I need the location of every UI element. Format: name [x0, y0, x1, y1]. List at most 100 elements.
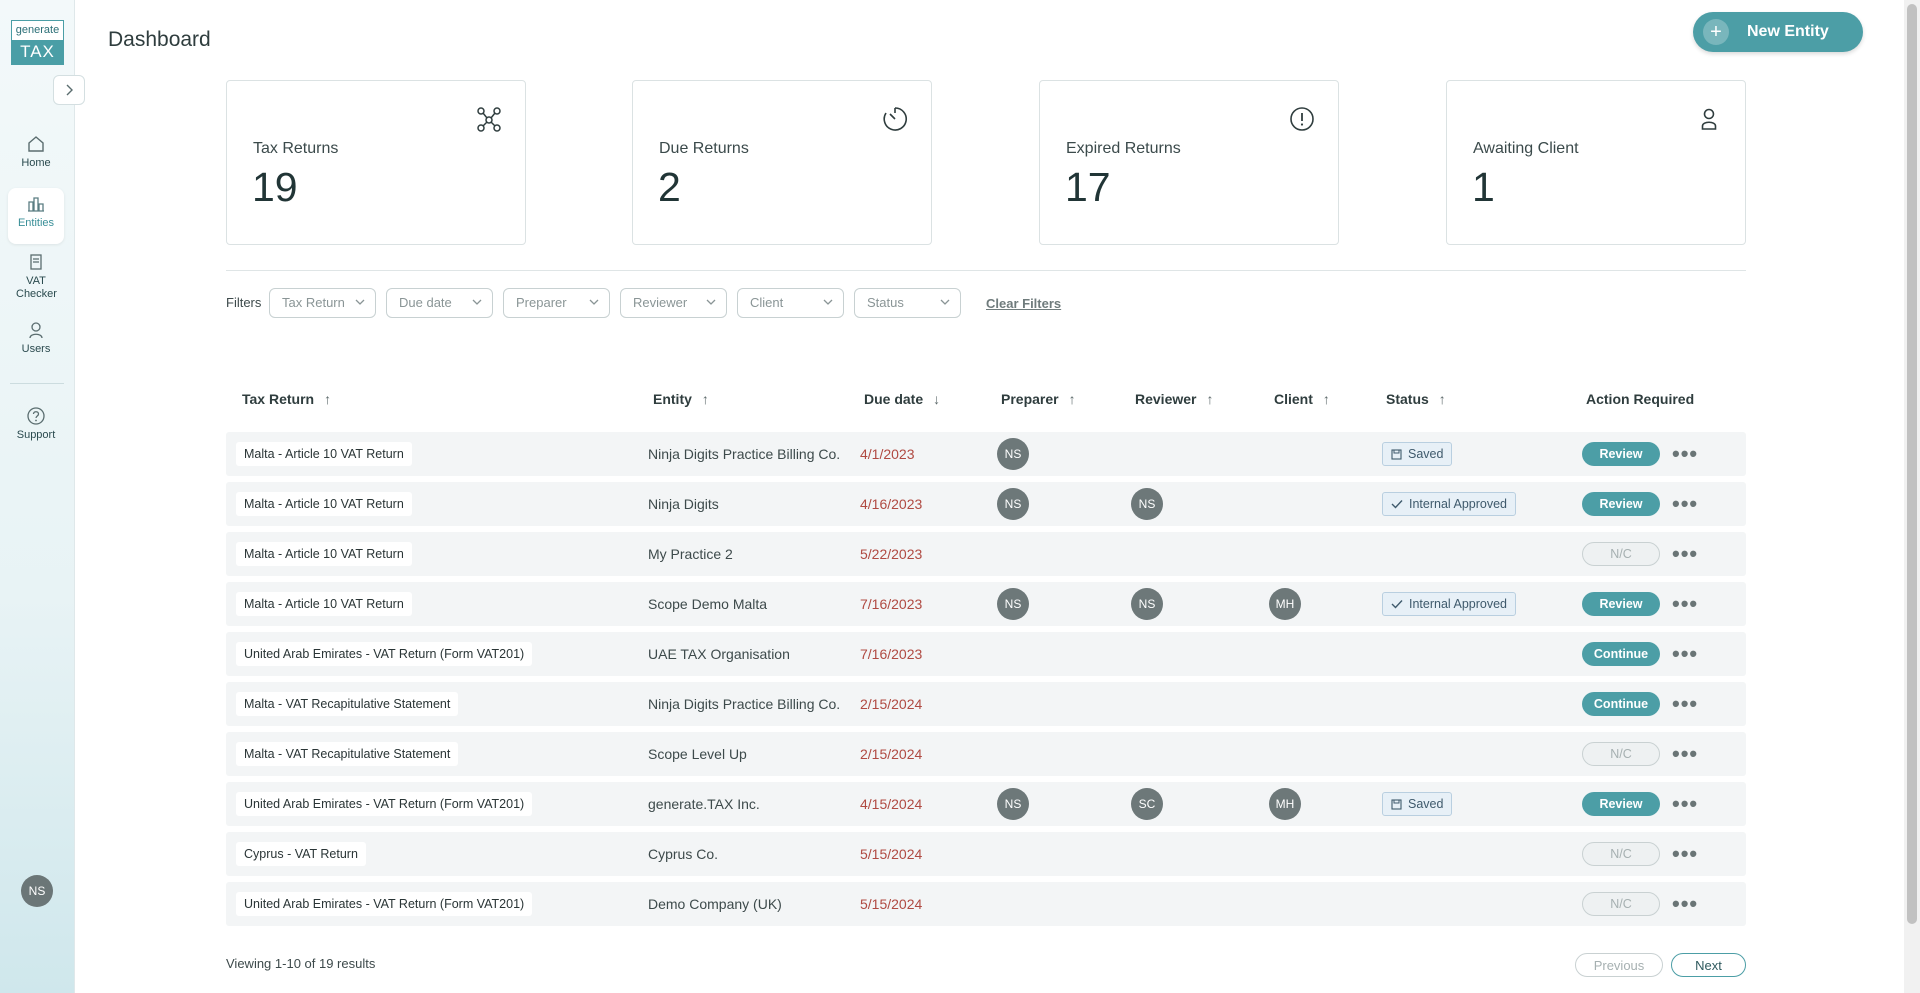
sort-down-icon: ↓: [933, 391, 941, 407]
preparer-avatar[interactable]: NS: [997, 788, 1029, 820]
due-date: 5/22/2023: [860, 546, 923, 562]
next-button[interactable]: Next: [1671, 953, 1746, 977]
preparer-avatar[interactable]: NS: [997, 588, 1029, 620]
table-row[interactable]: Malta - VAT Recapitulative Statement Scop…: [226, 732, 1746, 776]
chevron-right-icon: [66, 84, 73, 96]
previous-button[interactable]: Previous: [1575, 953, 1663, 977]
action-nc-button[interactable]: N/C: [1582, 892, 1660, 916]
tax-return-name[interactable]: Malta - Article 10 VAT Return: [236, 492, 412, 516]
alert-circle-icon: [1290, 107, 1314, 131]
tax-return-name[interactable]: Malta - Article 10 VAT Return: [236, 542, 412, 566]
continue-button[interactable]: Continue: [1582, 692, 1660, 716]
column-header-reviewer[interactable]: Reviewer ↑: [1135, 391, 1213, 407]
action-nc-button[interactable]: N/C: [1582, 742, 1660, 766]
table-row[interactable]: Malta - Article 10 VAT Return My Practice…: [226, 532, 1746, 576]
entity-name: Demo Company (UK): [648, 896, 782, 912]
more-options-icon[interactable]: •••: [1672, 841, 1698, 867]
tax-return-name[interactable]: United Arab Emirates - VAT Return (Form …: [236, 892, 533, 916]
filter-tax-return[interactable]: Tax Return: [269, 288, 376, 318]
tax-return-name[interactable]: United Arab Emirates - VAT Return (Form …: [236, 792, 533, 816]
chevron-down-icon: [472, 299, 482, 305]
more-options-icon[interactable]: •••: [1672, 641, 1698, 667]
table-row[interactable]: Malta - Article 10 VAT Return Scope Demo …: [226, 582, 1746, 626]
column-header-entity[interactable]: Entity ↑: [653, 391, 709, 407]
tax-return-name[interactable]: Malta - VAT Recapitulative Statement: [236, 692, 459, 716]
client-avatar[interactable]: MH: [1269, 588, 1301, 620]
table-row[interactable]: Cyprus - VAT Return Cyprus Co. 5/15/2024 N/…: [226, 832, 1746, 876]
filter-status[interactable]: Status: [854, 288, 961, 318]
more-options-icon[interactable]: •••: [1672, 541, 1698, 567]
column-label: Due date: [864, 391, 924, 407]
column-header-due-date[interactable]: Due date ↓: [864, 391, 940, 407]
filter-due-date[interactable]: Due date: [386, 288, 493, 318]
sidebar-item-support[interactable]: Support: [8, 400, 64, 456]
sidebar-item-home[interactable]: Home: [8, 128, 64, 184]
review-button[interactable]: Review: [1582, 592, 1660, 616]
client-avatar[interactable]: MH: [1269, 788, 1301, 820]
table-row[interactable]: Malta - Article 10 VAT Return Ninja Digit…: [226, 482, 1746, 526]
filter-client[interactable]: Client: [737, 288, 844, 318]
column-header-tax-return[interactable]: Tax Return ↑: [242, 391, 331, 407]
card-tax-returns[interactable]: Tax Returns 19: [226, 80, 526, 245]
card-awaiting-client[interactable]: Awaiting Client 1: [1446, 80, 1746, 245]
sort-up-icon: ↑: [324, 391, 332, 407]
building-icon: [28, 197, 44, 212]
action-nc-button[interactable]: N/C: [1582, 542, 1660, 566]
continue-button[interactable]: Continue: [1582, 642, 1660, 666]
more-options-icon[interactable]: •••: [1672, 691, 1698, 717]
action-nc-button[interactable]: N/C: [1582, 842, 1660, 866]
check-icon: [1391, 500, 1403, 509]
filter-reviewer[interactable]: Reviewer: [620, 288, 727, 318]
column-header-action-required: Action Required: [1586, 391, 1694, 407]
table-row[interactable]: Malta - VAT Recapitulative Statement Ninj…: [226, 682, 1746, 726]
new-entity-button[interactable]: + New Entity: [1693, 12, 1863, 52]
entity-name: Ninja Digits Practice Billing Co.: [648, 696, 841, 712]
reviewer-avatar[interactable]: NS: [1131, 488, 1163, 520]
filter-label: Tax Return: [282, 295, 345, 310]
tax-return-name[interactable]: Cyprus - VAT Return: [236, 842, 366, 866]
more-options-icon[interactable]: •••: [1672, 441, 1698, 467]
scrollbar[interactable]: [1904, 0, 1920, 993]
review-button[interactable]: Review: [1582, 442, 1660, 466]
table-row[interactable]: United Arab Emirates - VAT Return (Form …: [226, 782, 1746, 826]
sidebar-item-label: Home: [21, 157, 51, 169]
logo[interactable]: generate TAX: [11, 20, 64, 65]
preparer-avatar[interactable]: NS: [997, 488, 1029, 520]
reviewer-avatar[interactable]: NS: [1131, 588, 1163, 620]
card-due-returns[interactable]: Due Returns 2: [632, 80, 932, 245]
entity-name: UAE TAX Organisation: [648, 646, 790, 662]
filter-label: Status: [867, 295, 904, 310]
column-label: Entity: [653, 391, 692, 407]
more-options-icon[interactable]: •••: [1672, 891, 1698, 917]
tax-return-name[interactable]: United Arab Emirates - VAT Return (Form …: [236, 642, 533, 666]
tax-return-name[interactable]: Malta - VAT Recapitulative Statement: [236, 742, 459, 766]
scrollbar-thumb[interactable]: [1907, 4, 1917, 924]
reviewer-avatar[interactable]: SC: [1131, 788, 1163, 820]
card-expired-returns[interactable]: Expired Returns 17: [1039, 80, 1339, 245]
status-label: Saved: [1408, 447, 1444, 461]
column-header-preparer[interactable]: Preparer ↑: [1001, 391, 1076, 407]
avatar[interactable]: NS: [21, 875, 53, 907]
table-row[interactable]: United Arab Emirates - VAT Return (Form …: [226, 632, 1746, 676]
filter-preparer[interactable]: Preparer: [503, 288, 610, 318]
column-header-status[interactable]: Status ↑: [1386, 391, 1446, 407]
review-button[interactable]: Review: [1582, 792, 1660, 816]
sidebar-item-users[interactable]: Users: [8, 314, 64, 370]
sidebar-item-vat-checker[interactable]: VAT Checker: [8, 246, 64, 308]
expand-sidebar-button[interactable]: [53, 75, 85, 105]
more-options-icon[interactable]: •••: [1672, 791, 1698, 817]
check-icon: [1391, 600, 1403, 609]
table-row[interactable]: Malta - Article 10 VAT Return Ninja Digit…: [226, 432, 1746, 476]
table-row[interactable]: United Arab Emirates - VAT Return (Form …: [226, 882, 1746, 926]
more-options-icon[interactable]: •••: [1672, 491, 1698, 517]
tax-return-name[interactable]: Malta - Article 10 VAT Return: [236, 592, 412, 616]
due-date: 2/15/2024: [860, 746, 923, 762]
sidebar-item-entities[interactable]: Entities: [8, 188, 64, 244]
column-header-client[interactable]: Client ↑: [1274, 391, 1330, 407]
review-button[interactable]: Review: [1582, 492, 1660, 516]
more-options-icon[interactable]: •••: [1672, 741, 1698, 767]
more-options-icon[interactable]: •••: [1672, 591, 1698, 617]
preparer-avatar[interactable]: NS: [997, 438, 1029, 470]
clear-filters-link[interactable]: Clear Filters: [986, 296, 1061, 311]
tax-return-name[interactable]: Malta - Article 10 VAT Return: [236, 442, 412, 466]
